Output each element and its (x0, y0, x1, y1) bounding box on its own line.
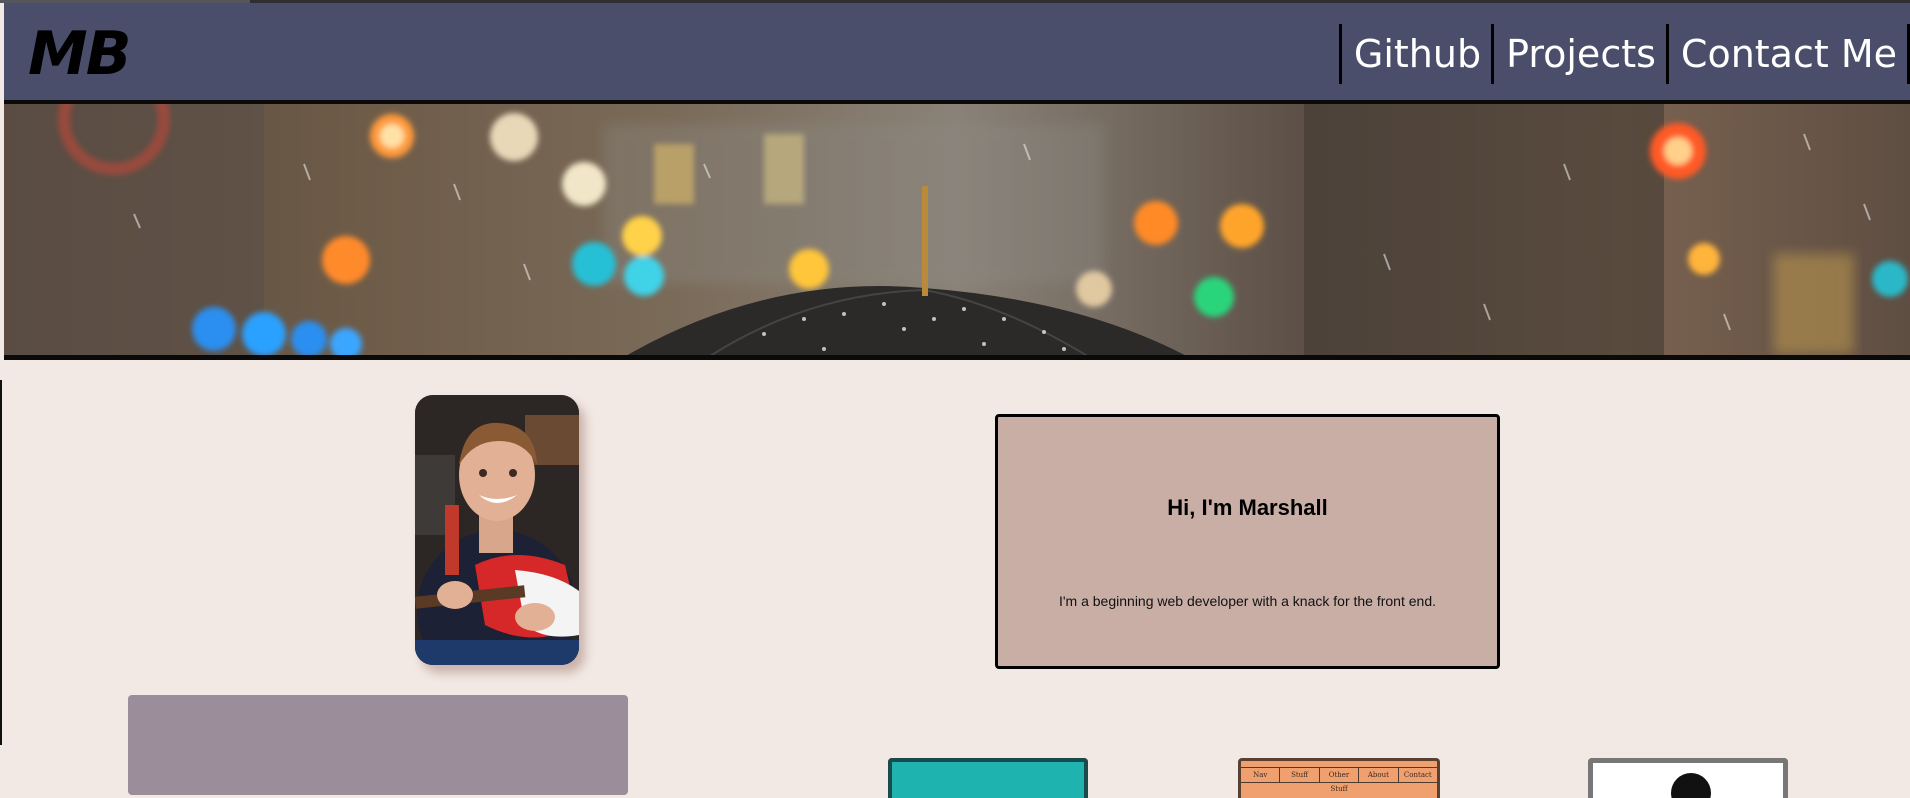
site-logo[interactable]: MB (28, 17, 131, 91)
intro-heading: Hi, I'm Marshall (1167, 495, 1328, 520)
nav-link-contact[interactable]: Contact Me (1665, 24, 1907, 84)
profile-photo (415, 395, 579, 665)
nav-link-github[interactable]: Github (1338, 24, 1491, 84)
project-thumbnail-1[interactable] (888, 758, 1088, 798)
profile-illustration (415, 395, 579, 665)
navbar: MB Github Projects Contact Me (4, 3, 1910, 104)
nav-links: Github Projects Contact Me (1338, 24, 1910, 84)
intro-card: Hi, I'm Marshall I'm a beginning web dev… (995, 414, 1500, 669)
thumbnail-graphic (1671, 773, 1711, 798)
project-thumbnail-3[interactable] (1588, 758, 1788, 798)
banner-illustration (4, 104, 1908, 355)
intro-text: I'm a beginning web developer with a kna… (1058, 593, 1436, 609)
hero-banner-image (4, 104, 1910, 360)
project-thumbnail-2[interactable]: Nav Stuff Other Stuff About Contact (1238, 758, 1440, 798)
window-left-edge (0, 380, 2, 745)
nav-link-projects[interactable]: Projects (1491, 24, 1666, 84)
content-panel (128, 695, 628, 795)
project-thumbnail-nav: Nav Stuff Other Stuff About Contact (1241, 767, 1437, 793)
